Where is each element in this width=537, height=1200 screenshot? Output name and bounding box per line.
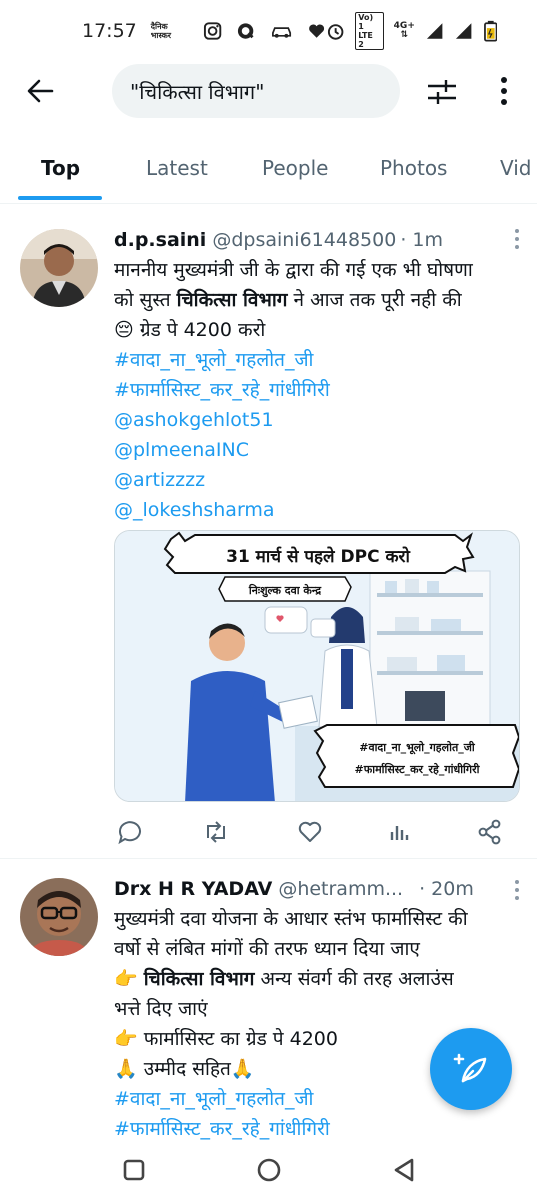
active-tab-indicator bbox=[18, 196, 102, 200]
search-tabs: Top Latest People Photos Vid bbox=[0, 140, 537, 204]
tab-top[interactable]: Top bbox=[41, 156, 80, 180]
like-icon[interactable] bbox=[296, 818, 324, 846]
tweet-header: d.p.saini @dpsaini61448500 · 1m bbox=[114, 227, 524, 253]
mention-link[interactable]: @plmeenaINC bbox=[114, 435, 524, 465]
reply-icon[interactable] bbox=[116, 818, 144, 846]
search-header: "चिकित्सा विभाग" bbox=[0, 62, 537, 120]
home-icon[interactable] bbox=[255, 1156, 283, 1184]
volte-badge: Vo) 1 LTE 2 bbox=[355, 12, 384, 50]
battery-icon bbox=[483, 20, 497, 42]
search-input[interactable]: "चिकित्सा विभाग" bbox=[112, 64, 400, 118]
signal-icon-1 bbox=[426, 23, 443, 39]
hashtag-link[interactable]: #फार्मासिस्ट_कर_रहे_गांधीगिरी bbox=[114, 375, 524, 405]
compose-feather-icon bbox=[453, 1053, 487, 1083]
heart-icon bbox=[308, 24, 324, 38]
tab-latest[interactable]: Latest bbox=[146, 156, 208, 180]
network-type: 4G+ ⇅ bbox=[393, 21, 415, 40]
mention-link[interactable]: @_lokeshsharma bbox=[114, 495, 524, 525]
author-name[interactable]: Drx H R YADAV bbox=[114, 878, 272, 900]
analytics-icon[interactable] bbox=[386, 818, 414, 846]
avatar[interactable] bbox=[20, 229, 98, 307]
tweet-more-icon[interactable] bbox=[515, 880, 521, 900]
tweet-media-image[interactable]: 31 मार्च से पहले DPC करो निःशुल्क दवा के… bbox=[114, 530, 520, 802]
car-icon bbox=[271, 27, 291, 38]
tab-videos[interactable]: Vid bbox=[500, 156, 532, 180]
status-time: 17:57 bbox=[82, 20, 137, 42]
tweet-time[interactable]: · 1m bbox=[400, 229, 443, 251]
tweet-divider bbox=[0, 858, 537, 859]
retweet-icon[interactable] bbox=[202, 818, 230, 846]
author-handle[interactable]: @dpsaini61448500 bbox=[212, 229, 396, 251]
signal-icon-2 bbox=[456, 23, 472, 39]
tweet-time[interactable]: · 20m bbox=[419, 878, 474, 900]
back-nav-icon[interactable] bbox=[390, 1156, 418, 1184]
filter-sliders-icon[interactable] bbox=[424, 74, 460, 110]
tweet-actions bbox=[114, 818, 504, 848]
media-tag-2: #फार्मासिस्ट_कर_रहे_गांधीगिरी bbox=[355, 762, 481, 776]
author-name[interactable]: d.p.saini bbox=[114, 229, 206, 251]
system-nav-bar bbox=[0, 1140, 537, 1200]
more-options-button[interactable] bbox=[490, 72, 518, 110]
recent-apps-icon[interactable] bbox=[120, 1156, 148, 1184]
media-sign-text: निःशुल्क दवा केन्द्र bbox=[248, 583, 322, 598]
q-app-icon bbox=[238, 23, 254, 39]
pharmacy-illustration: 31 मार्च से पहले DPC करो निःशुल्क दवा के… bbox=[115, 531, 519, 801]
media-banner-text: 31 मार्च से पहले DPC करो bbox=[226, 546, 410, 567]
tab-photos[interactable]: Photos bbox=[380, 156, 447, 180]
hashtag-link[interactable]: #वादा_ना_भूलो_गहलोत_जी bbox=[114, 345, 524, 375]
status-bar: 17:57 दैनिक भास्कर Vo) 1 LTE 2 4G+ ⇅ bbox=[0, 0, 537, 62]
share-icon[interactable] bbox=[476, 818, 504, 846]
alarm-icon bbox=[327, 24, 344, 40]
search-query: "चिकित्सा विभाग" bbox=[130, 79, 265, 104]
instagram-icon bbox=[204, 22, 222, 40]
mention-link[interactable]: @ashokgehlot51 bbox=[114, 405, 524, 435]
compose-tweet-button[interactable] bbox=[430, 1028, 512, 1110]
tweet-text: माननीय मुख्यमंत्री जी के द्वारा की गई एक… bbox=[114, 255, 524, 525]
avatar[interactable] bbox=[20, 878, 98, 956]
author-handle[interactable]: @hetramm... bbox=[278, 878, 403, 900]
mention-link[interactable]: @artizzzz bbox=[114, 465, 524, 495]
media-tag-1: #वादा_ना_भूलो_गहलोत_जी bbox=[359, 740, 476, 755]
tab-people[interactable]: People bbox=[262, 156, 328, 180]
arrow-left-icon bbox=[27, 79, 54, 103]
news-app-icon: दैनिक भास्कर bbox=[150, 22, 171, 40]
tweet-more-icon[interactable] bbox=[515, 229, 521, 249]
tweet-body: d.p.saini @dpsaini61448500 · 1m माननीय म… bbox=[114, 227, 524, 525]
back-button[interactable] bbox=[24, 75, 56, 107]
tweet-header: Drx H R YADAV @hetramm... · 20m bbox=[114, 876, 524, 902]
